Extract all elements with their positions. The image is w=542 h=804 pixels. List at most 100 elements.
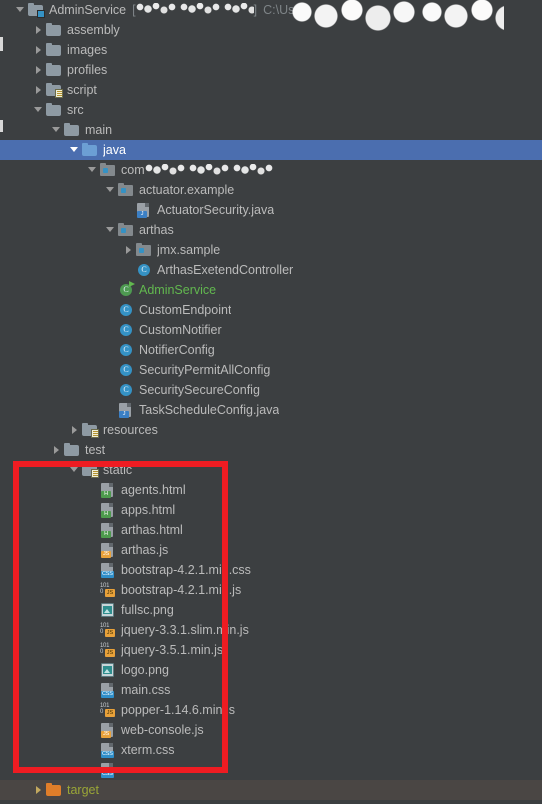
chevron-right-icon[interactable]: [50, 440, 64, 460]
tree-row[interactable]: C NotifierConfig: [0, 340, 542, 360]
chevron-down-icon[interactable]: [32, 100, 46, 120]
chevron-right-icon[interactable]: [32, 780, 46, 800]
java-class-icon: C: [118, 342, 134, 358]
tree-row[interactable]: jmx.sample: [0, 240, 542, 260]
tree-row[interactable]: profiles: [0, 60, 542, 80]
project-tree-rows[interactable]: AdminService[] C:\Use assembly images profil…: [0, 0, 542, 800]
tree-row[interactable]: script: [0, 80, 542, 100]
tree-row[interactable]: static: [0, 460, 542, 480]
chevron-down-icon[interactable]: [50, 120, 64, 140]
package-icon: [100, 162, 116, 178]
tree-row-label: AdminService: [139, 283, 217, 297]
chevron-down-icon[interactable]: [68, 460, 82, 480]
chevron-down-icon[interactable]: [104, 220, 118, 240]
tree-row[interactable]: main: [0, 120, 542, 140]
tree-row[interactable]: C SecuritySecureConfig: [0, 380, 542, 400]
twisty-placeholder: [104, 360, 118, 380]
image-file-icon: [100, 662, 116, 678]
tree-row[interactable]: C CustomEndpoint: [0, 300, 542, 320]
chevron-right-icon[interactable]: [122, 240, 136, 260]
tree-row[interactable]: C AdminService: [0, 280, 542, 300]
header-redaction-scribble: [135, 3, 254, 17]
tree-row[interactable]: CSS: [0, 760, 542, 780]
css-file-icon: CSS: [100, 742, 116, 758]
chevron-right-icon[interactable]: [32, 20, 46, 40]
twisty-placeholder: [104, 280, 118, 300]
chevron-right-icon[interactable]: [32, 40, 46, 60]
tree-row[interactable]: Harthas.html: [0, 520, 542, 540]
chevron-down-icon[interactable]: [104, 180, 118, 200]
tree-row[interactable]: JS web-console.js: [0, 720, 542, 740]
tree-row[interactable]: src: [0, 100, 542, 120]
css-file-icon: CSS: [100, 682, 116, 698]
minified-js-file-icon: 101 0 JS: [100, 583, 115, 597]
tree-row[interactable]: Hagents.html: [0, 480, 542, 500]
tree-row[interactable]: C CustomNotifier: [0, 320, 542, 340]
tree-row[interactable]: resources: [0, 420, 542, 440]
tree-row[interactable]: JS arthas.js: [0, 540, 542, 560]
tree-row[interactable]: arthas: [0, 220, 542, 240]
js-file-icon: JS: [100, 722, 116, 738]
tree-row[interactable]: java: [0, 140, 542, 160]
tree-row[interactable]: logo.png: [0, 660, 542, 680]
tree-row-label: TaskScheduleConfig.java: [139, 403, 280, 417]
tree-row-label: ActuatorSecurity.java: [157, 203, 275, 217]
java-class-icon: C: [136, 262, 152, 278]
minified-js-file-icon: 101 0 JS: [100, 703, 115, 717]
tree-row[interactable]: 101 0 JS jquery-3.5.1.min.js: [0, 640, 542, 660]
tree-row[interactable]: fullsc.png: [0, 600, 542, 620]
tree-row[interactable]: CSS xterm.css: [0, 740, 542, 760]
chevron-down-icon[interactable]: [68, 140, 82, 160]
html-file-icon: H: [100, 482, 116, 498]
tree-row-label: SecurityPermitAllConfig: [139, 363, 271, 377]
tree-row[interactable]: CSS bootstrap-4.2.1.min.css: [0, 560, 542, 580]
tree-row[interactable]: C SecurityPermitAllConfig: [0, 360, 542, 380]
tree-row-label: xterm.css: [121, 743, 175, 757]
tree-row-label: test: [85, 443, 106, 457]
tree-row-label: script: [67, 83, 97, 97]
tree-row[interactable]: J TaskScheduleConfig.java: [0, 400, 542, 420]
folder-icon: [46, 62, 62, 78]
tree-row[interactable]: com: [0, 160, 542, 180]
chevron-right-icon[interactable]: [32, 80, 46, 100]
chevron-right-icon[interactable]: [32, 60, 46, 80]
tree-row[interactable]: test: [0, 440, 542, 460]
tree-row[interactable]: CSS main.css: [0, 680, 542, 700]
project-tool-window[interactable]: AdminService[] C:\Use assembly images profil…: [0, 0, 542, 804]
tree-row[interactable]: 101 0 JS jquery-3.3.1.slim.min.js: [0, 620, 542, 640]
java-class-icon: C: [118, 322, 134, 338]
redaction-scribble: [144, 163, 277, 177]
tree-row[interactable]: 101 0 JS bootstrap-4.2.1.min.js: [0, 580, 542, 600]
tree-row-label: jquery-3.3.1.slim.min.js: [121, 623, 249, 637]
tree-row[interactable]: C ArthasExetendController: [0, 260, 542, 280]
tree-row-label: logo.png: [121, 663, 169, 677]
tree-row[interactable]: Happs.html: [0, 500, 542, 520]
tree-row[interactable]: J ActuatorSecurity.java: [0, 200, 542, 220]
package-icon: [118, 222, 134, 238]
twisty-placeholder: [86, 660, 100, 680]
chevron-down-icon[interactable]: [86, 160, 100, 180]
tree-row-label: agents.html: [121, 483, 186, 497]
twisty-placeholder: [86, 680, 100, 700]
chevron-right-icon[interactable]: [68, 420, 82, 440]
image-file-icon: [100, 602, 116, 618]
folder-icon: [64, 442, 80, 458]
tree-row[interactable]: actuator.example: [0, 180, 542, 200]
tree-row[interactable]: target: [0, 780, 542, 800]
tree-row[interactable]: 101 0 JS popper-1.14.6.min.js: [0, 700, 542, 720]
tree-row[interactable]: images: [0, 40, 542, 60]
twisty-placeholder: [86, 700, 100, 720]
java-class-icon: C: [118, 382, 134, 398]
chevron-down-icon[interactable]: [14, 0, 28, 20]
